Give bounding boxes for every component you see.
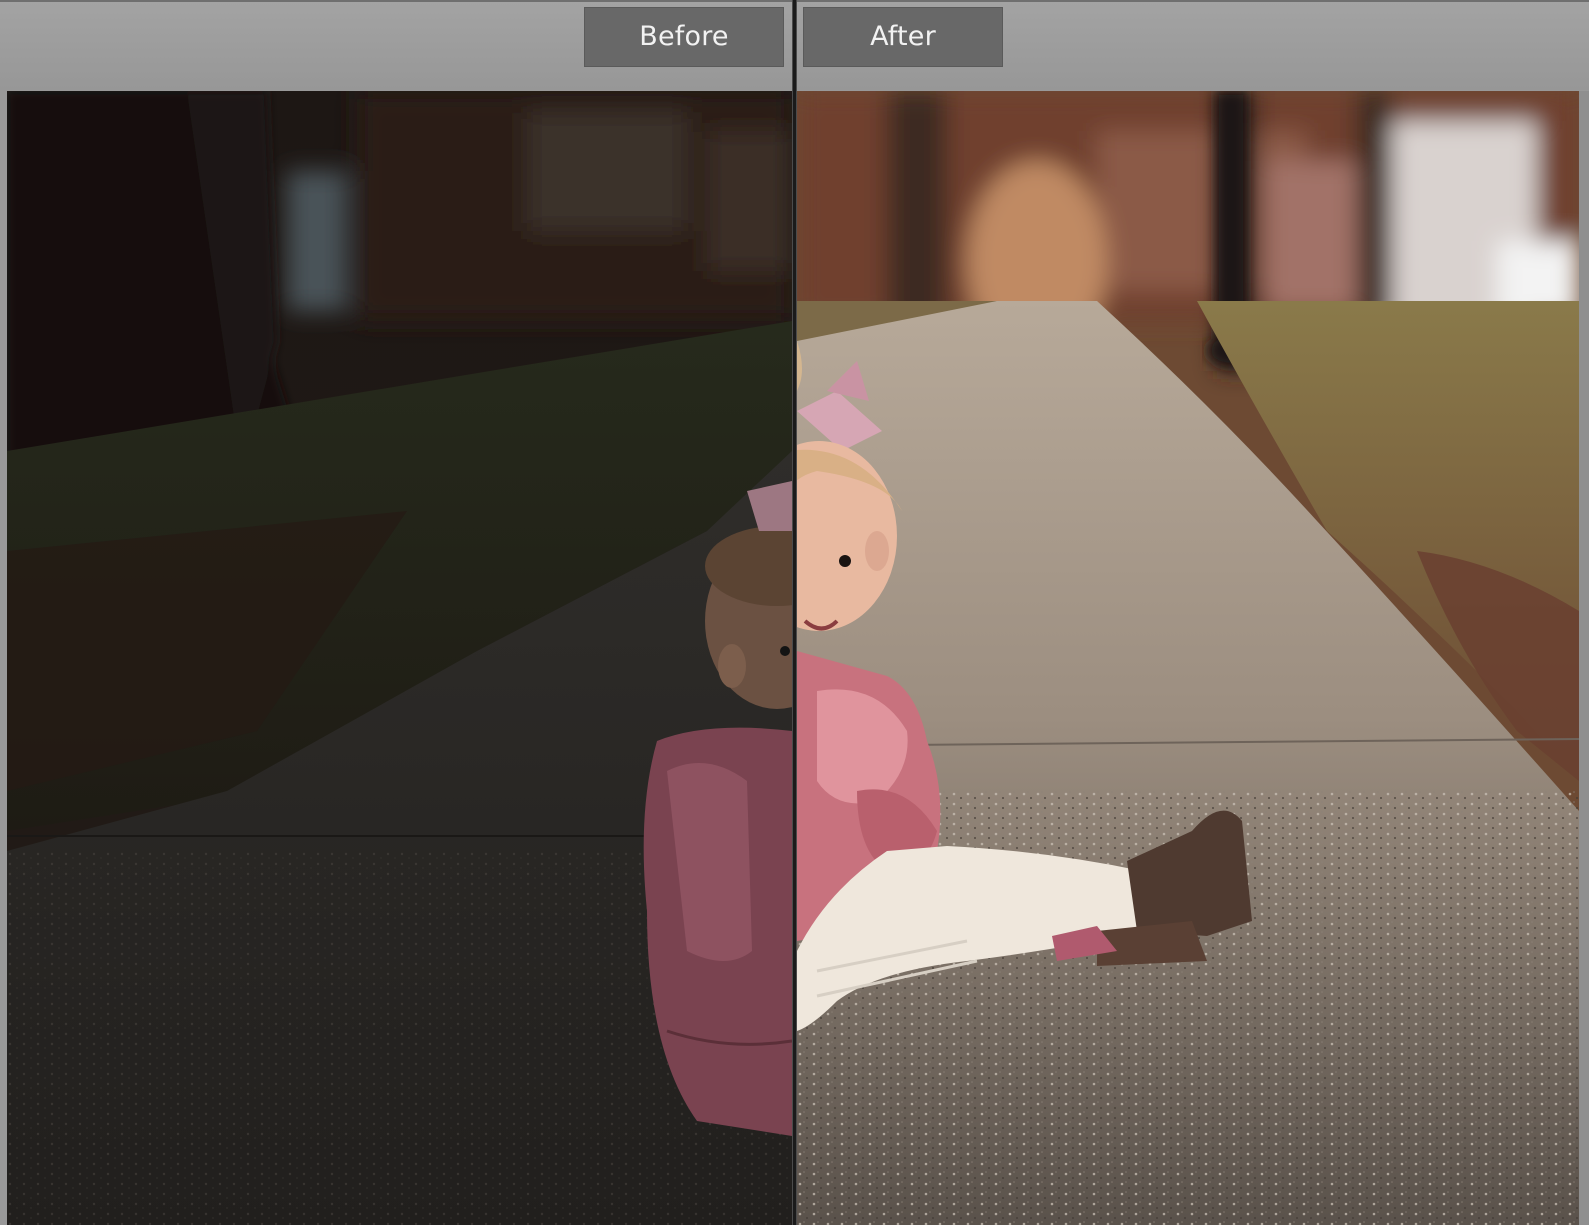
before-label-button[interactable]: Before — [584, 7, 784, 67]
compare-app: Before After — [0, 0, 1589, 1225]
before-photo — [7, 91, 792, 1225]
compare-divider[interactable] — [792, 0, 797, 1225]
after-label-button[interactable]: After — [803, 7, 1003, 67]
after-photo-pane[interactable] — [797, 91, 1579, 1225]
before-photo-pane[interactable] — [7, 91, 792, 1225]
right-edge — [1579, 91, 1589, 1225]
after-photo — [797, 91, 1579, 1225]
